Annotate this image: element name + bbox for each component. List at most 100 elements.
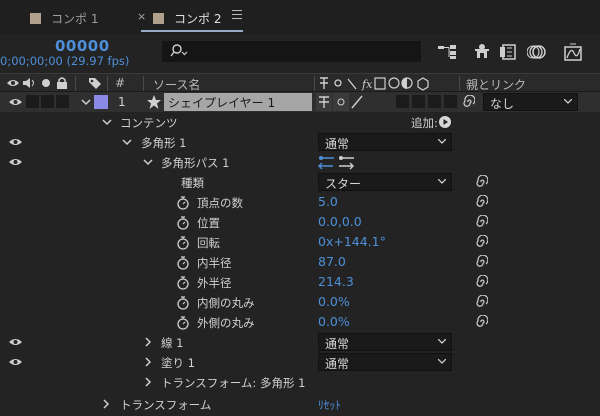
stroke-row[interactable]: 線 1 通常 (0, 332, 600, 352)
quality-switch[interactable] (333, 93, 349, 111)
stopwatch-icon[interactable] (176, 254, 190, 270)
pick-whip-icon[interactable] (474, 195, 488, 209)
lock-toggle[interactable] (56, 95, 69, 108)
composition-flowchart-icon[interactable] (437, 43, 459, 61)
layer-row[interactable]: 1 シェイプレイヤー 1 なし (0, 92, 600, 112)
points-row[interactable]: 頂点の数 5.0 (0, 192, 600, 212)
pick-whip-icon[interactable] (474, 275, 488, 289)
close-icon[interactable]: × (137, 10, 146, 23)
tab-comp-1[interactable]: コンポ 1 (30, 8, 98, 28)
inner-radius-row[interactable]: 内半径 87.0 (0, 252, 600, 272)
chevron-down-icon[interactable] (142, 156, 154, 168)
polygon-path-row[interactable]: 多角形パス 1 (0, 152, 600, 172)
points-value[interactable]: 5.0 (318, 194, 338, 209)
label-tag-icon[interactable] (88, 76, 102, 90)
rotation-row[interactable]: 回転 0x+144.1° (0, 232, 600, 252)
path-direction-icon[interactable] (318, 154, 356, 170)
timecode-fps: 0;00;00;00 (29.97 fps) (0, 54, 130, 68)
stroke-blend-dropdown[interactable]: 通常 (318, 333, 452, 351)
switch-box[interactable] (428, 95, 441, 108)
chevron-right-icon[interactable] (142, 336, 154, 348)
motion-blur-icon[interactable] (527, 43, 547, 61)
parent-link-header[interactable]: 親とリンク (466, 76, 526, 93)
contents-label: コンテンツ (120, 116, 178, 130)
tab-label: コンポ 2 (174, 11, 222, 26)
pick-whip-icon[interactable] (474, 295, 488, 309)
switch-box[interactable] (396, 95, 409, 108)
visibility-eye-icon[interactable] (9, 158, 22, 166)
position-label: 位置 (197, 216, 220, 230)
tab-label: コンポ 1 (51, 11, 99, 26)
stopwatch-icon[interactable] (176, 234, 190, 250)
quality-slash-icon[interactable] (350, 95, 364, 109)
layer-name-field[interactable]: シェイプレイヤー 1 (164, 93, 312, 111)
chevron-right-icon[interactable] (142, 376, 154, 388)
pick-whip-icon[interactable] (461, 95, 475, 109)
fill-row[interactable]: 塗り 1 通常 (0, 352, 600, 372)
position-row[interactable]: 位置 0.0,0.0 (0, 212, 600, 232)
inner-radius-label: 内半径 (197, 256, 232, 270)
chevron-down-icon[interactable] (101, 116, 113, 128)
type-row[interactable]: 種類 スター (0, 172, 600, 192)
stopwatch-icon[interactable] (176, 274, 190, 290)
source-name-header[interactable]: ソース名 (153, 76, 200, 93)
tab-comp-2[interactable]: コンポ 2 (153, 8, 221, 28)
outer-roundness-value[interactable]: 0.0% (318, 314, 350, 329)
pick-whip-icon[interactable] (474, 235, 488, 249)
audio-speaker-icon[interactable] (22, 77, 36, 89)
fill-blend-dropdown[interactable]: 通常 (318, 353, 452, 371)
rotation-value[interactable]: 0x+144.1° (318, 234, 386, 249)
stopwatch-icon[interactable] (176, 214, 190, 230)
audio-toggle[interactable] (26, 95, 39, 108)
chevron-down-icon[interactable] (121, 136, 133, 148)
solo-toggle[interactable] (41, 95, 54, 108)
transform-row[interactable]: トランスフォーム ﾘｾｯﾄ (0, 394, 600, 414)
pick-whip-icon[interactable] (474, 175, 488, 189)
current-time-display[interactable]: 00000 (55, 37, 110, 55)
add-menu-play-icon[interactable] (439, 116, 451, 128)
layer-label-color[interactable] (94, 95, 108, 109)
visibility-eye-icon[interactable] (9, 98, 22, 106)
chevron-right-icon[interactable] (100, 398, 112, 410)
outer-radius-value[interactable]: 214.3 (318, 274, 354, 289)
shy-layers-icon[interactable] (472, 43, 492, 61)
stopwatch-icon[interactable] (176, 294, 190, 310)
inner-radius-value[interactable]: 87.0 (318, 254, 346, 269)
fill-label: 塗り 1 (161, 356, 195, 370)
stopwatch-icon[interactable] (176, 314, 190, 330)
switch-box[interactable] (444, 95, 457, 108)
visibility-eye-icon[interactable] (9, 138, 22, 146)
panel-menu-icon[interactable] (232, 10, 242, 22)
search-icon[interactable] (170, 43, 190, 59)
solo-icon[interactable] (41, 78, 51, 88)
visibility-eye-icon[interactable] (9, 358, 22, 366)
video-eye-icon[interactable] (6, 77, 20, 89)
rotation-label: 回転 (197, 236, 220, 250)
contents-row[interactable]: コンテンツ 追加: (0, 112, 600, 132)
inner-roundness-value[interactable]: 0.0% (318, 294, 350, 309)
blend-mode-dropdown[interactable]: 通常 (318, 133, 452, 151)
chevron-right-icon[interactable] (142, 356, 154, 368)
type-dropdown[interactable]: スター (318, 173, 452, 191)
chevron-down-icon[interactable] (80, 96, 92, 108)
frame-blending-icon[interactable] (498, 43, 518, 61)
reset-link[interactable]: ﾘｾｯﾄ (318, 397, 341, 413)
stopwatch-icon[interactable] (176, 194, 190, 210)
visibility-eye-icon[interactable] (9, 338, 22, 346)
pick-whip-icon[interactable] (474, 255, 488, 269)
switch-box[interactable] (412, 95, 425, 108)
pick-whip-icon[interactable] (474, 315, 488, 329)
outer-radius-row[interactable]: 外半径 214.3 (0, 272, 600, 292)
shy-switch[interactable] (316, 93, 332, 111)
graph-editor-icon[interactable] (562, 43, 584, 63)
polygon-transform-row[interactable]: トランスフォーム: 多角形 1 (0, 372, 600, 392)
pick-whip-icon[interactable] (474, 215, 488, 229)
outer-roundness-row[interactable]: 外側の丸み 0.0% (0, 312, 600, 332)
search-input[interactable] (162, 41, 421, 62)
inner-roundness-row[interactable]: 内側の丸み 0.0% (0, 292, 600, 312)
polygon-group-row[interactable]: 多角形 1 通常 (0, 132, 600, 152)
lock-icon[interactable] (56, 76, 68, 90)
position-value[interactable]: 0.0,0.0 (318, 214, 362, 229)
parent-dropdown[interactable]: なし (483, 93, 578, 111)
chevron-down-icon (564, 99, 572, 104)
